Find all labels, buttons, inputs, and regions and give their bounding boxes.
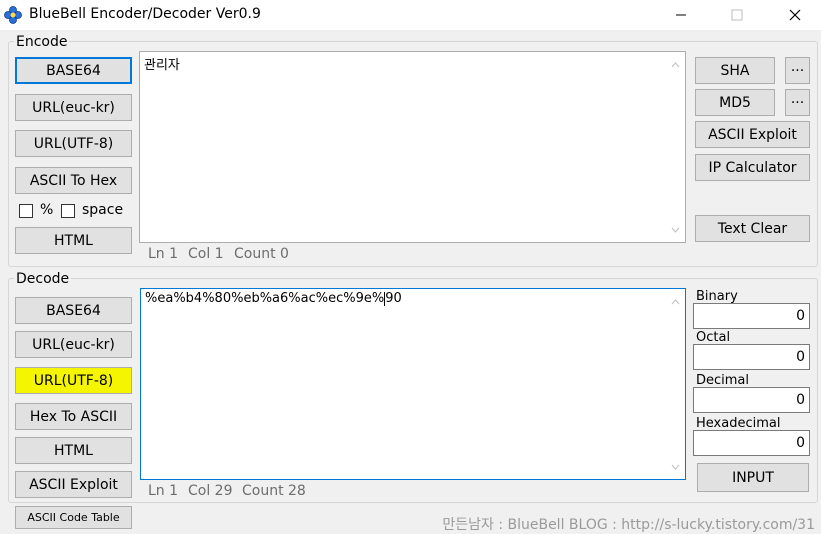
decode-html-button[interactable]: HTML [15, 437, 132, 464]
text-clear-button[interactable]: Text Clear [695, 215, 810, 242]
decode-input-textarea[interactable]: %ea%b4%80%eb%a6%ac%ec%9e%90 [140, 288, 686, 480]
encode-html-button[interactable]: HTML [15, 227, 132, 254]
decode-input-text: %ea%b4%80%eb%a6%ac%ec%9e%90 [145, 291, 402, 306]
sha-options-button[interactable]: ··· [785, 57, 810, 84]
decode-input-text-after-caret: 90 [385, 291, 402, 306]
window-title: BlueBell Encoder/Decoder Ver0.9 [29, 6, 261, 22]
close-button[interactable] [772, 0, 818, 30]
decode-status-ln: Ln 1 [148, 483, 179, 499]
decode-input-text-before-caret: %ea%b4%80%eb%a6%ac%ec%9e% [145, 291, 385, 306]
percent-checkbox-label: % [40, 202, 54, 218]
decimal-label: Decimal [696, 373, 750, 388]
space-checkbox[interactable] [61, 204, 75, 218]
close-icon [789, 9, 801, 21]
encode-status-ln: Ln 1 [148, 246, 179, 262]
md5-button[interactable]: MD5 [695, 89, 775, 116]
encode-base64-button[interactable]: BASE64 [15, 57, 132, 84]
scroll-up-icon[interactable] [670, 296, 681, 307]
decode-status-col: Col 29 [188, 483, 233, 499]
binary-field[interactable]: 0 [693, 303, 810, 329]
encode-ascii-exploit-button[interactable]: ASCII Exploit [695, 121, 810, 148]
credit-text: 만든남자 : BlueBell BLOG : http://s-lucky.ti… [442, 517, 815, 533]
minimize-icon [676, 14, 686, 16]
space-checkbox-label: space [82, 202, 124, 218]
decode-base64-button[interactable]: BASE64 [15, 297, 132, 324]
title-bar: BlueBell Encoder/Decoder Ver0.9 [0, 0, 821, 30]
encode-scrollbar[interactable] [667, 53, 684, 241]
binary-label: Binary [696, 289, 738, 304]
encode-url-utf8-button[interactable]: URL(UTF-8) [15, 130, 132, 157]
hexadecimal-label: Hexadecimal [696, 416, 781, 431]
ascii-code-table-button[interactable]: ASCII Code Table [15, 506, 132, 529]
octal-label: Octal [696, 330, 731, 345]
decode-group-label: Decode [14, 271, 72, 287]
decode-url-euckr-button[interactable]: URL(euc-kr) [15, 331, 132, 358]
encode-input-textarea[interactable]: 관리자 [139, 51, 686, 243]
ip-calculator-button[interactable]: IP Calculator [695, 154, 810, 181]
encode-group-label: Encode [14, 34, 70, 50]
sha-button[interactable]: SHA [695, 57, 775, 84]
hex-to-ascii-button[interactable]: Hex To ASCII [15, 403, 132, 430]
octal-field[interactable]: 0 [693, 344, 810, 370]
decode-url-utf8-button[interactable]: URL(UTF-8) [15, 367, 132, 394]
scroll-up-icon[interactable] [670, 59, 681, 70]
percent-checkbox[interactable] [19, 204, 33, 218]
scroll-down-icon[interactable] [670, 224, 681, 235]
hexadecimal-field[interactable]: 0 [693, 430, 810, 456]
md5-options-button[interactable]: ··· [785, 89, 810, 116]
decode-ascii-exploit-button[interactable]: ASCII Exploit [15, 471, 132, 498]
scroll-down-icon[interactable] [670, 461, 681, 472]
minimize-button[interactable] [658, 0, 704, 30]
maximize-button[interactable] [714, 0, 760, 30]
input-button[interactable]: INPUT [697, 463, 809, 492]
encode-input-text: 관리자 [144, 58, 180, 73]
decode-status-count: Count 28 [242, 483, 306, 499]
encode-status-col: Col 1 [188, 246, 224, 262]
decode-scrollbar[interactable] [667, 290, 684, 478]
maximize-icon [731, 9, 743, 21]
encode-url-euckr-button[interactable]: URL(euc-kr) [15, 94, 132, 121]
encode-ascii-to-hex-button[interactable]: ASCII To Hex [15, 167, 132, 194]
encode-status-count: Count 0 [234, 246, 289, 262]
decimal-field[interactable]: 0 [693, 387, 810, 413]
flower-icon [4, 6, 22, 24]
